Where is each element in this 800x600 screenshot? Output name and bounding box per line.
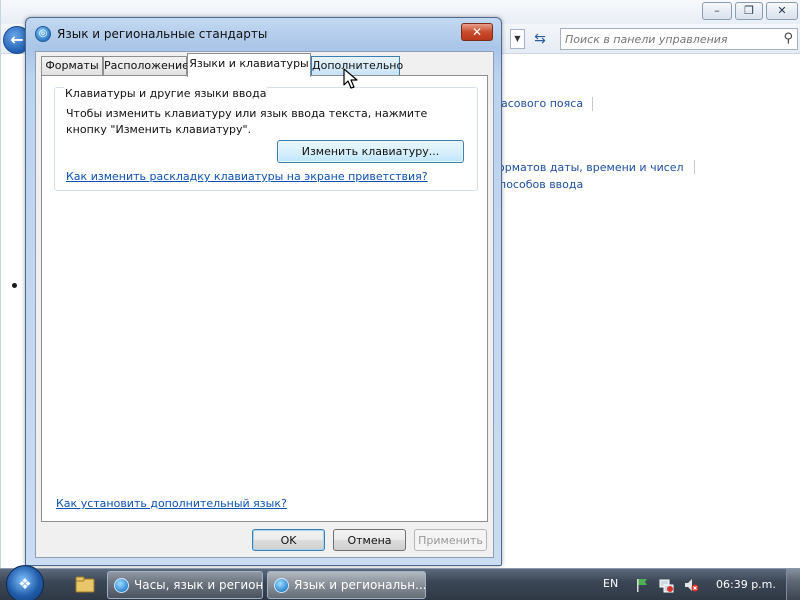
taskbar-item-label: Часы, язык и регион [134, 578, 263, 592]
link-time-zone[interactable]: асового пояса [501, 97, 583, 110]
input-language-indicator[interactable]: EN [603, 577, 618, 590]
apply-button[interactable]: Применить [414, 529, 487, 551]
dialog-close-button[interactable]: ✕ [461, 23, 493, 41]
folder-icon[interactable] [66, 571, 104, 599]
minimize-button[interactable]: – [702, 2, 732, 20]
show-desktop-button[interactable] [786, 569, 800, 600]
volume-muted-icon[interactable] [683, 577, 699, 593]
cancel-button[interactable]: Отмена [333, 529, 406, 551]
ok-button[interactable]: OK [252, 529, 325, 551]
link-date-formats[interactable]: орматов даты, времени и чисел [498, 161, 684, 174]
tab-formats[interactable]: Форматы [41, 56, 103, 76]
mouse-cursor-icon [343, 68, 358, 89]
search-box[interactable]: ⚲ [560, 28, 798, 50]
bullet-dot [12, 283, 17, 288]
tab-panel-keyboards: Клавиатуры и другие языки ввода Чтобы из… [41, 75, 488, 522]
taskbar-item-region-language-dialog[interactable]: Язык и региональн... [267, 571, 426, 599]
install-language-link[interactable]: Как установить дополнительный язык? [56, 497, 287, 510]
taskbar-item-clock-language-region[interactable]: Часы, язык и регион [107, 571, 263, 599]
keyboards-group-box: Клавиатуры и другие языки ввода Чтобы из… [54, 87, 478, 191]
tab-keyboards-and-languages[interactable]: Языки и клавиатуры [187, 53, 311, 77]
search-icon[interactable]: ⚲ [783, 31, 793, 46]
maximize-button[interactable]: ❐ [735, 2, 763, 20]
dialog-client-area: Форматы Расположение Языки и клавиатуры … [35, 51, 494, 558]
dialog-title: Язык и региональные стандарты [57, 27, 268, 41]
flag-icon[interactable] [634, 577, 650, 593]
globe-icon [274, 578, 289, 593]
close-button[interactable]: ✕ [766, 2, 798, 20]
change-keyboard-button[interactable]: Изменить клавиатуру... [277, 140, 464, 163]
taskbar-item-label: Язык и региональн... [294, 578, 426, 592]
windows-logo-icon: ❖ [18, 575, 32, 593]
link-separator [694, 160, 695, 174]
search-input[interactable] [565, 31, 775, 47]
group-title: Клавиатуры и другие языки ввода [64, 87, 268, 100]
address-dropdown-icon[interactable]: ▼ [510, 29, 525, 49]
region-language-dialog: ◎ Язык и региональные стандарты ✕ Формат… [25, 17, 502, 566]
link-input-methods[interactable]: пособов ввода [499, 178, 583, 191]
start-button[interactable]: ❖ [6, 565, 44, 600]
group-description: Чтобы изменить клавиатуру или язык ввода… [66, 107, 428, 136]
taskbar: ❖ Часы, язык и регион Язык и региональн.… [0, 565, 800, 600]
welcome-screen-layout-link[interactable]: Как изменить раскладку клавиатуры на экр… [66, 170, 428, 183]
refresh-icon[interactable]: ⇆ [529, 29, 551, 49]
network-icon[interactable] [658, 577, 674, 593]
globe-icon: ◎ [35, 26, 51, 42]
clock[interactable]: 06:39 p.m. [716, 578, 776, 591]
link-separator [592, 97, 593, 111]
globe-icon [114, 578, 129, 593]
tab-location[interactable]: Расположение [103, 56, 189, 76]
